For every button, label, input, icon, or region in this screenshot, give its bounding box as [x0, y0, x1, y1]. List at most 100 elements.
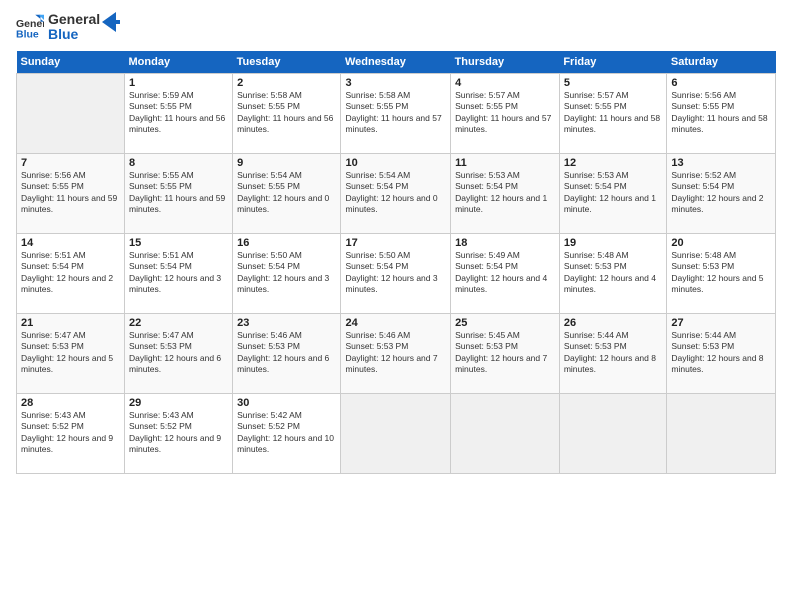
day-number: 8: [129, 157, 228, 169]
day-info: Sunrise: 5:49 AMSunset: 5:54 PMDaylight:…: [455, 250, 555, 296]
day-header-saturday: Saturday: [667, 51, 776, 74]
logo-blue: Blue: [48, 27, 100, 42]
day-info: Sunrise: 5:50 AMSunset: 5:54 PMDaylight:…: [345, 250, 446, 296]
day-header-wednesday: Wednesday: [341, 51, 451, 74]
day-info: Sunrise: 5:45 AMSunset: 5:53 PMDaylight:…: [455, 330, 555, 376]
calendar-cell: 4 Sunrise: 5:57 AMSunset: 5:55 PMDayligh…: [451, 73, 560, 153]
calendar-cell: 21 Sunrise: 5:47 AMSunset: 5:53 PMDaylig…: [17, 313, 125, 393]
day-number: 5: [564, 77, 663, 89]
day-number: 9: [237, 157, 336, 169]
calendar-week-2: 7 Sunrise: 5:56 AMSunset: 5:55 PMDayligh…: [17, 153, 776, 233]
day-info: Sunrise: 5:47 AMSunset: 5:53 PMDaylight:…: [129, 330, 228, 376]
day-info: Sunrise: 5:43 AMSunset: 5:52 PMDaylight:…: [21, 410, 120, 456]
day-number: 7: [21, 157, 120, 169]
day-info: Sunrise: 5:51 AMSunset: 5:54 PMDaylight:…: [129, 250, 228, 296]
calendar-cell: 22 Sunrise: 5:47 AMSunset: 5:53 PMDaylig…: [125, 313, 233, 393]
calendar-cell: 30 Sunrise: 5:42 AMSunset: 5:52 PMDaylig…: [233, 393, 341, 473]
day-number: 18: [455, 237, 555, 249]
day-info: Sunrise: 5:58 AMSunset: 5:55 PMDaylight:…: [345, 90, 446, 136]
day-number: 29: [129, 397, 228, 409]
calendar-cell: 5 Sunrise: 5:57 AMSunset: 5:55 PMDayligh…: [559, 73, 667, 153]
day-info: Sunrise: 5:46 AMSunset: 5:53 PMDaylight:…: [345, 330, 446, 376]
day-number: 25: [455, 317, 555, 329]
day-number: 23: [237, 317, 336, 329]
calendar-cell: [559, 393, 667, 473]
logo: General Blue General Blue: [16, 12, 120, 43]
day-info: Sunrise: 5:42 AMSunset: 5:52 PMDaylight:…: [237, 410, 336, 456]
day-number: 13: [671, 157, 771, 169]
day-number: 3: [345, 77, 446, 89]
calendar-week-1: 1 Sunrise: 5:59 AMSunset: 5:55 PMDayligh…: [17, 73, 776, 153]
day-info: Sunrise: 5:51 AMSunset: 5:54 PMDaylight:…: [21, 250, 120, 296]
calendar-cell: 25 Sunrise: 5:45 AMSunset: 5:53 PMDaylig…: [451, 313, 560, 393]
logo-icon: General Blue: [16, 13, 44, 41]
day-info: Sunrise: 5:57 AMSunset: 5:55 PMDaylight:…: [564, 90, 663, 136]
calendar-cell: [667, 393, 776, 473]
day-number: 11: [455, 157, 555, 169]
logo-arrow-icon: [102, 12, 120, 32]
day-number: 4: [455, 77, 555, 89]
day-info: Sunrise: 5:48 AMSunset: 5:53 PMDaylight:…: [671, 250, 771, 296]
day-header-monday: Monday: [125, 51, 233, 74]
calendar-cell: 2 Sunrise: 5:58 AMSunset: 5:55 PMDayligh…: [233, 73, 341, 153]
calendar-cell: 3 Sunrise: 5:58 AMSunset: 5:55 PMDayligh…: [341, 73, 451, 153]
calendar-cell: 9 Sunrise: 5:54 AMSunset: 5:55 PMDayligh…: [233, 153, 341, 233]
day-info: Sunrise: 5:52 AMSunset: 5:54 PMDaylight:…: [671, 170, 771, 216]
calendar-cell: 24 Sunrise: 5:46 AMSunset: 5:53 PMDaylig…: [341, 313, 451, 393]
day-number: 26: [564, 317, 663, 329]
day-number: 14: [21, 237, 120, 249]
day-number: 16: [237, 237, 336, 249]
day-info: Sunrise: 5:53 AMSunset: 5:54 PMDaylight:…: [455, 170, 555, 216]
calendar-week-4: 21 Sunrise: 5:47 AMSunset: 5:53 PMDaylig…: [17, 313, 776, 393]
calendar-week-5: 28 Sunrise: 5:43 AMSunset: 5:52 PMDaylig…: [17, 393, 776, 473]
day-number: 30: [237, 397, 336, 409]
calendar-cell: 13 Sunrise: 5:52 AMSunset: 5:54 PMDaylig…: [667, 153, 776, 233]
day-info: Sunrise: 5:55 AMSunset: 5:55 PMDaylight:…: [129, 170, 228, 216]
day-info: Sunrise: 5:44 AMSunset: 5:53 PMDaylight:…: [671, 330, 771, 376]
svg-text:Blue: Blue: [16, 29, 39, 41]
calendar-cell: 8 Sunrise: 5:55 AMSunset: 5:55 PMDayligh…: [125, 153, 233, 233]
day-info: Sunrise: 5:43 AMSunset: 5:52 PMDaylight:…: [129, 410, 228, 456]
calendar-cell: 18 Sunrise: 5:49 AMSunset: 5:54 PMDaylig…: [451, 233, 560, 313]
day-number: 21: [21, 317, 120, 329]
day-info: Sunrise: 5:57 AMSunset: 5:55 PMDaylight:…: [455, 90, 555, 136]
calendar-cell: 23 Sunrise: 5:46 AMSunset: 5:53 PMDaylig…: [233, 313, 341, 393]
day-number: 28: [21, 397, 120, 409]
day-number: 6: [671, 77, 771, 89]
day-number: 15: [129, 237, 228, 249]
day-info: Sunrise: 5:56 AMSunset: 5:55 PMDaylight:…: [21, 170, 120, 216]
day-info: Sunrise: 5:58 AMSunset: 5:55 PMDaylight:…: [237, 90, 336, 136]
calendar-cell: 10 Sunrise: 5:54 AMSunset: 5:54 PMDaylig…: [341, 153, 451, 233]
calendar-cell: [451, 393, 560, 473]
calendar-cell: [341, 393, 451, 473]
day-number: 12: [564, 157, 663, 169]
calendar-cell: 26 Sunrise: 5:44 AMSunset: 5:53 PMDaylig…: [559, 313, 667, 393]
calendar-cell: 20 Sunrise: 5:48 AMSunset: 5:53 PMDaylig…: [667, 233, 776, 313]
day-info: Sunrise: 5:50 AMSunset: 5:54 PMDaylight:…: [237, 250, 336, 296]
day-header-tuesday: Tuesday: [233, 51, 341, 74]
day-number: 24: [345, 317, 446, 329]
day-number: 1: [129, 77, 228, 89]
day-number: 27: [671, 317, 771, 329]
day-info: Sunrise: 5:47 AMSunset: 5:53 PMDaylight:…: [21, 330, 120, 376]
calendar-cell: 11 Sunrise: 5:53 AMSunset: 5:54 PMDaylig…: [451, 153, 560, 233]
calendar-cell: 16 Sunrise: 5:50 AMSunset: 5:54 PMDaylig…: [233, 233, 341, 313]
day-info: Sunrise: 5:56 AMSunset: 5:55 PMDaylight:…: [671, 90, 771, 136]
calendar-cell: 29 Sunrise: 5:43 AMSunset: 5:52 PMDaylig…: [125, 393, 233, 473]
calendar-cell: 7 Sunrise: 5:56 AMSunset: 5:55 PMDayligh…: [17, 153, 125, 233]
day-info: Sunrise: 5:53 AMSunset: 5:54 PMDaylight:…: [564, 170, 663, 216]
calendar-cell: 17 Sunrise: 5:50 AMSunset: 5:54 PMDaylig…: [341, 233, 451, 313]
calendar-cell: 12 Sunrise: 5:53 AMSunset: 5:54 PMDaylig…: [559, 153, 667, 233]
calendar-cell: 19 Sunrise: 5:48 AMSunset: 5:53 PMDaylig…: [559, 233, 667, 313]
day-number: 22: [129, 317, 228, 329]
calendar-cell: 14 Sunrise: 5:51 AMSunset: 5:54 PMDaylig…: [17, 233, 125, 313]
calendar-cell: 6 Sunrise: 5:56 AMSunset: 5:55 PMDayligh…: [667, 73, 776, 153]
day-number: 10: [345, 157, 446, 169]
day-number: 19: [564, 237, 663, 249]
logo-general: General: [48, 12, 100, 27]
calendar-cell: [17, 73, 125, 153]
calendar-page: General Blue General Blue SundayMondayTu…: [0, 0, 792, 612]
calendar-cell: 28 Sunrise: 5:43 AMSunset: 5:52 PMDaylig…: [17, 393, 125, 473]
day-header-friday: Friday: [559, 51, 667, 74]
day-info: Sunrise: 5:44 AMSunset: 5:53 PMDaylight:…: [564, 330, 663, 376]
